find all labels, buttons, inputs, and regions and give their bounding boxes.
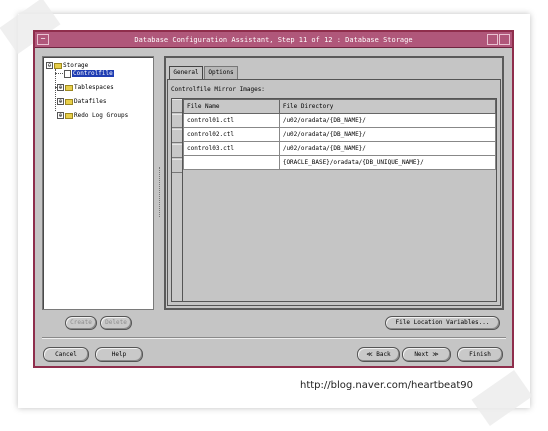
separator: [42, 337, 506, 339]
details-panel: General Options Controlfile Mirror Image…: [164, 56, 504, 310]
create-button[interactable]: Create: [65, 316, 97, 330]
tree-item-controlfile[interactable]: Controlfile: [63, 69, 114, 78]
file-directory-cell[interactable]: /u02/oradata/{DB_NAME}/: [278, 141, 497, 156]
table-row: {ORACLE_BASE}/oradata/{DB_UNIQUE_NAME}/: [183, 155, 497, 170]
file-name-cell[interactable]: control02.ctl: [183, 127, 280, 142]
storage-tree[interactable]: ⊖ Storage Controlfile ⊕ Tablespaces ⊕ Dataf…: [42, 56, 154, 310]
tree-item-redo-log-groups[interactable]: ⊕ Redo Log Groups: [57, 111, 128, 120]
next-label: Next: [414, 351, 429, 358]
back-arrow-icon: ≪: [366, 351, 373, 358]
file-name-cell[interactable]: control03.ctl: [183, 141, 280, 156]
tree-connector: [55, 69, 56, 111]
general-tab-pane: Controlfile Mirror Images: File Name Fil…: [167, 79, 501, 306]
title-bar: − Database Configuration Assistant, Step…: [35, 32, 512, 48]
folder-icon: [65, 98, 73, 105]
table-row: control02.ctl /u02/oradata/{DB_NAME}/: [183, 127, 497, 142]
table-row: control01.ctl /u02/oradata/{DB_NAME}/: [183, 113, 497, 128]
files-grid: File Name File Directory control01.ctl /…: [183, 99, 497, 170]
blog-watermark: http://blog.naver.com/heartbeat90: [300, 380, 473, 391]
tree-item-tablespaces[interactable]: ⊕ Tablespaces: [57, 83, 114, 92]
controlfile-table: File Name File Directory control01.ctl /…: [171, 98, 497, 302]
table-row: control03.ctl /u02/oradata/{DB_NAME}/: [183, 141, 497, 156]
column-header-file-directory[interactable]: File Directory: [278, 99, 497, 114]
section-label: Controlfile Mirror Images:: [171, 86, 265, 93]
next-button[interactable]: Next ≫: [402, 347, 451, 362]
tab-options[interactable]: Options: [204, 66, 238, 79]
tree-item-datafiles[interactable]: ⊕ Datafiles: [57, 97, 107, 106]
tree-item-label: Controlfile: [72, 70, 114, 77]
minimize-icon[interactable]: [487, 34, 498, 45]
window-title: Database Configuration Assistant, Step 1…: [134, 36, 413, 44]
file-name-cell[interactable]: [183, 155, 280, 170]
folder-icon: [65, 112, 73, 119]
column-header-file-name[interactable]: File Name: [183, 99, 280, 114]
file-name-cell[interactable]: control01.ctl: [183, 113, 280, 128]
tree-item-label: Datafiles: [74, 98, 107, 105]
maximize-icon[interactable]: [499, 34, 510, 45]
row-header[interactable]: [172, 129, 182, 143]
file-directory-cell[interactable]: /u02/oradata/{DB_NAME}/: [278, 113, 497, 128]
file-directory-cell[interactable]: {ORACLE_BASE}/oradata/{DB_UNIQUE_NAME}/: [278, 155, 497, 170]
empty-grid-area: [183, 174, 496, 301]
file-directory-cell[interactable]: /u02/oradata/{DB_NAME}/: [278, 127, 497, 142]
back-label: Back: [376, 351, 391, 358]
file-location-variables-button[interactable]: File Location Variables...: [385, 316, 500, 330]
expand-icon[interactable]: ⊕: [57, 112, 64, 119]
expand-icon[interactable]: ⊕: [57, 98, 64, 105]
row-header[interactable]: [172, 114, 182, 128]
row-header-column: [172, 99, 183, 301]
back-button[interactable]: ≪ Back: [357, 347, 400, 362]
split-pane-handle[interactable]: [159, 167, 162, 217]
file-icon: [64, 69, 71, 78]
collapse-icon[interactable]: ⊖: [46, 62, 53, 69]
expand-icon[interactable]: ⊕: [57, 84, 64, 91]
row-header: [172, 99, 182, 113]
cancel-button[interactable]: Cancel: [43, 347, 89, 362]
row-header[interactable]: [172, 144, 182, 158]
tree-item-label: Tablespaces: [74, 84, 114, 91]
tree-connector: [55, 73, 63, 74]
dbca-window: − Database Configuration Assistant, Step…: [33, 30, 514, 368]
finish-button[interactable]: Finish: [457, 347, 503, 362]
folder-open-icon: [54, 62, 62, 69]
table-header-row: File Name File Directory: [183, 99, 497, 114]
tab-general[interactable]: General: [169, 66, 203, 79]
help-button[interactable]: Help: [95, 347, 143, 362]
folder-icon: [65, 84, 73, 91]
tree-item-label: Redo Log Groups: [74, 112, 129, 119]
next-arrow-icon: ≫: [432, 351, 439, 358]
window-menu-icon[interactable]: −: [37, 34, 49, 45]
delete-button[interactable]: Delete: [100, 316, 132, 330]
row-header[interactable]: [172, 159, 182, 173]
tree-item-label: Storage: [63, 62, 89, 69]
